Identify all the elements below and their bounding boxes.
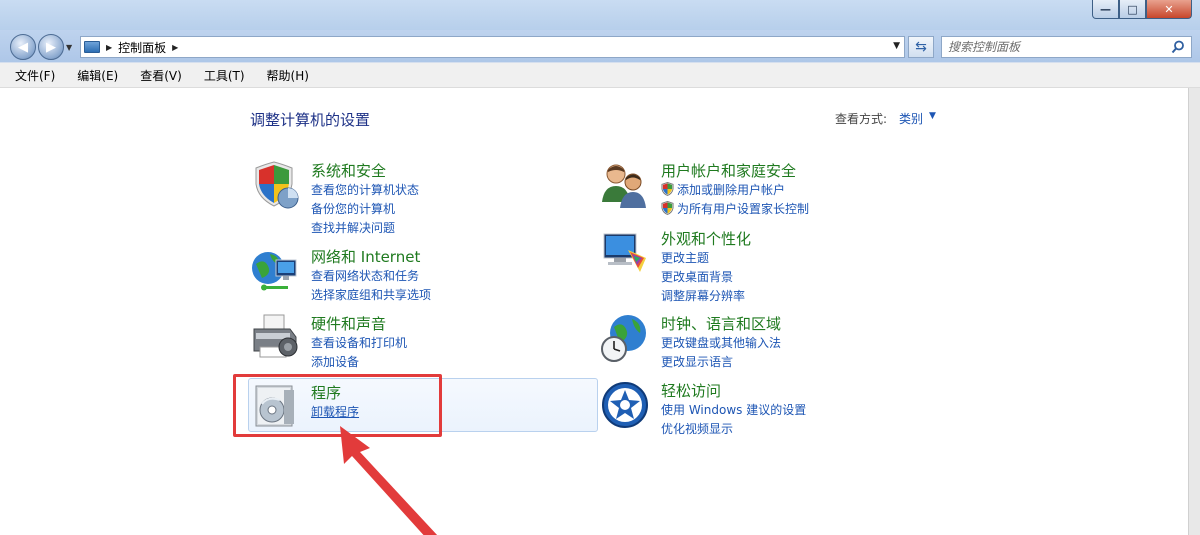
category-network-internet: 网络和 Internet 查看网络状态和任务 选择家庭组和共享选项	[250, 246, 580, 303]
annotation-arrow-icon	[340, 426, 438, 535]
link-optimize-video-display[interactable]: 优化视频显示	[661, 420, 733, 437]
category-hardware-sound: 硬件和声音 查看设备和打印机 添加设备	[250, 313, 580, 370]
shield-icon	[255, 161, 299, 209]
link-network-status[interactable]: 查看网络状态和任务	[311, 267, 419, 284]
arrow-left-icon: ◀	[18, 39, 28, 55]
recent-pages-dropdown[interactable]: ▼	[66, 43, 72, 52]
ease-of-access-icon	[602, 382, 648, 428]
forward-button[interactable]: ▶	[38, 34, 64, 60]
link-homegroup-sharing[interactable]: 选择家庭组和共享选项	[311, 286, 431, 303]
category-title-user-accounts[interactable]: 用户帐户和家庭安全	[661, 160, 796, 181]
category-title-clock-language-region[interactable]: 时钟、语言和区域	[661, 313, 781, 334]
window-controls: — □ ✕	[1092, 0, 1192, 19]
control-panel-icon	[84, 41, 100, 53]
link-parental-controls[interactable]: 为所有用户设置家长控制	[661, 200, 809, 217]
refresh-icon: ⇆	[915, 39, 927, 55]
vertical-scrollbar[interactable]	[1188, 88, 1200, 535]
category-title-network-internet[interactable]: 网络和 Internet	[311, 246, 420, 267]
category-title-ease-of-access[interactable]: 轻松访问	[661, 380, 721, 401]
address-dropdown-icon[interactable]: ▼	[893, 41, 900, 51]
category-clock-language-region: 时钟、语言和区域 更改键盘或其他输入法 更改显示语言	[600, 313, 930, 370]
link-troubleshoot[interactable]: 查找并解决问题	[311, 219, 395, 236]
breadcrumb-control-panel[interactable]: 控制面板	[118, 39, 166, 56]
uac-shield-icon	[661, 201, 674, 215]
link-add-remove-accounts[interactable]: 添加或删除用户帐户	[661, 181, 785, 198]
menu-help[interactable]: 帮助(H)	[264, 65, 312, 86]
breadcrumb-arrow-icon[interactable]: ▶	[172, 43, 178, 52]
control-panel-content: 调整计算机的设置 查看方式: 类别 ▼ 系统和安全 查看您的计算机状态 备份您的…	[0, 88, 1188, 535]
link-recommended-settings[interactable]: 使用 Windows 建议的设置	[661, 401, 806, 418]
link-devices-printers[interactable]: 查看设备和打印机	[311, 334, 407, 351]
chevron-down-icon[interactable]: ▼	[929, 111, 936, 121]
menu-tools[interactable]: 工具(T)	[201, 65, 248, 86]
menu-file[interactable]: 文件(F)	[12, 65, 58, 86]
category-ease-of-access: 轻松访问 使用 Windows 建议的设置 优化视频显示	[600, 380, 930, 437]
link-parental-controls-label: 为所有用户设置家长控制	[677, 202, 810, 216]
link-change-desktop-background[interactable]: 更改桌面背景	[661, 268, 733, 285]
minimize-button[interactable]: —	[1092, 0, 1119, 19]
globe-clock-icon	[601, 315, 646, 362]
address-box[interactable]: ▶ 控制面板 ▶ ▼	[80, 36, 905, 58]
menu-view[interactable]: 查看(V)	[137, 65, 185, 86]
category-title-hardware-sound[interactable]: 硬件和声音	[311, 313, 386, 334]
link-change-display-language[interactable]: 更改显示语言	[661, 353, 733, 370]
link-adjust-resolution[interactable]: 调整屏幕分辨率	[661, 287, 745, 304]
menu-edit[interactable]: 编辑(E)	[74, 65, 121, 86]
page-title: 调整计算机的设置	[250, 111, 371, 129]
link-add-remove-accounts-label: 添加或删除用户帐户	[677, 183, 786, 197]
link-backup-computer[interactable]: 备份您的计算机	[311, 200, 395, 217]
category-system-security: 系统和安全 查看您的计算机状态 备份您的计算机 查找并解决问题	[250, 160, 580, 235]
monitor-palette-icon	[603, 233, 646, 272]
link-add-device[interactable]: 添加设备	[311, 353, 359, 370]
link-view-computer-status[interactable]: 查看您的计算机状态	[311, 181, 419, 198]
title-bar: — □ ✕	[0, 0, 1200, 30]
search-icon[interactable]	[1171, 40, 1185, 54]
view-by-label: 查看方式:	[835, 112, 888, 126]
breadcrumb-arrow-icon[interactable]: ▶	[106, 43, 112, 52]
search-box[interactable]	[941, 36, 1192, 58]
category-title-system-security[interactable]: 系统和安全	[311, 160, 386, 181]
category-appearance: 外观和个性化 更改主题 更改桌面背景 调整屏幕分辨率	[600, 228, 930, 303]
link-change-theme[interactable]: 更改主题	[661, 249, 709, 266]
category-title-appearance[interactable]: 外观和个性化	[661, 228, 751, 249]
category-user-accounts: 用户帐户和家庭安全 添加或删除用户帐户 为所有用户设置家长控制	[600, 160, 930, 217]
uac-shield-icon	[661, 182, 674, 196]
link-change-input-methods[interactable]: 更改键盘或其他输入法	[661, 334, 781, 351]
refresh-button[interactable]: ⇆	[908, 36, 934, 58]
maximize-button[interactable]: □	[1119, 0, 1146, 19]
arrow-right-icon: ▶	[46, 39, 56, 55]
network-globe-icon	[252, 252, 297, 291]
menu-bar: 文件(F) 编辑(E) 查看(V) 工具(T) 帮助(H)	[0, 62, 1200, 88]
printer-icon	[253, 314, 298, 358]
search-input[interactable]	[942, 40, 1162, 54]
address-toolbar: ◀ ▶ ▼ ▶ 控制面板 ▶ ▼ ⇆	[0, 30, 1200, 62]
users-icon	[602, 164, 646, 208]
back-button[interactable]: ◀	[10, 34, 36, 60]
close-button[interactable]: ✕	[1146, 0, 1192, 19]
view-by-dropdown[interactable]: 类别	[899, 110, 923, 127]
